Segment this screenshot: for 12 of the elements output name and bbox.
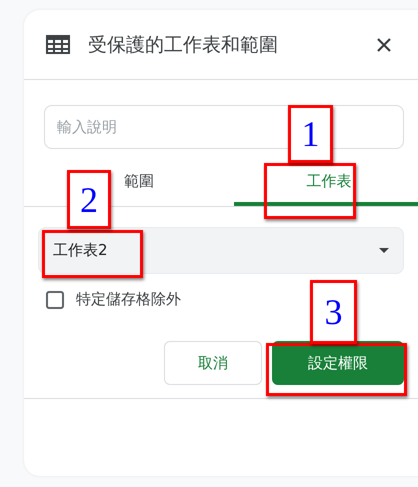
sheet-dropdown[interactable]: 工作表2	[38, 227, 404, 274]
dialog-title: 受保護的工作表和範圍	[88, 32, 279, 58]
step-number: 2	[67, 170, 111, 229]
cancel-button[interactable]: 取消	[164, 341, 262, 385]
set-permissions-button[interactable]: 設定權限	[272, 341, 404, 385]
caret-icon	[379, 248, 389, 253]
table-icon	[46, 35, 70, 54]
step-number: 3	[310, 280, 357, 344]
checkbox[interactable]	[46, 290, 64, 308]
checkbox-label: 特定儲存格除外	[76, 290, 181, 309]
close-button[interactable]	[376, 36, 392, 52]
step-number: 1	[288, 105, 333, 163]
